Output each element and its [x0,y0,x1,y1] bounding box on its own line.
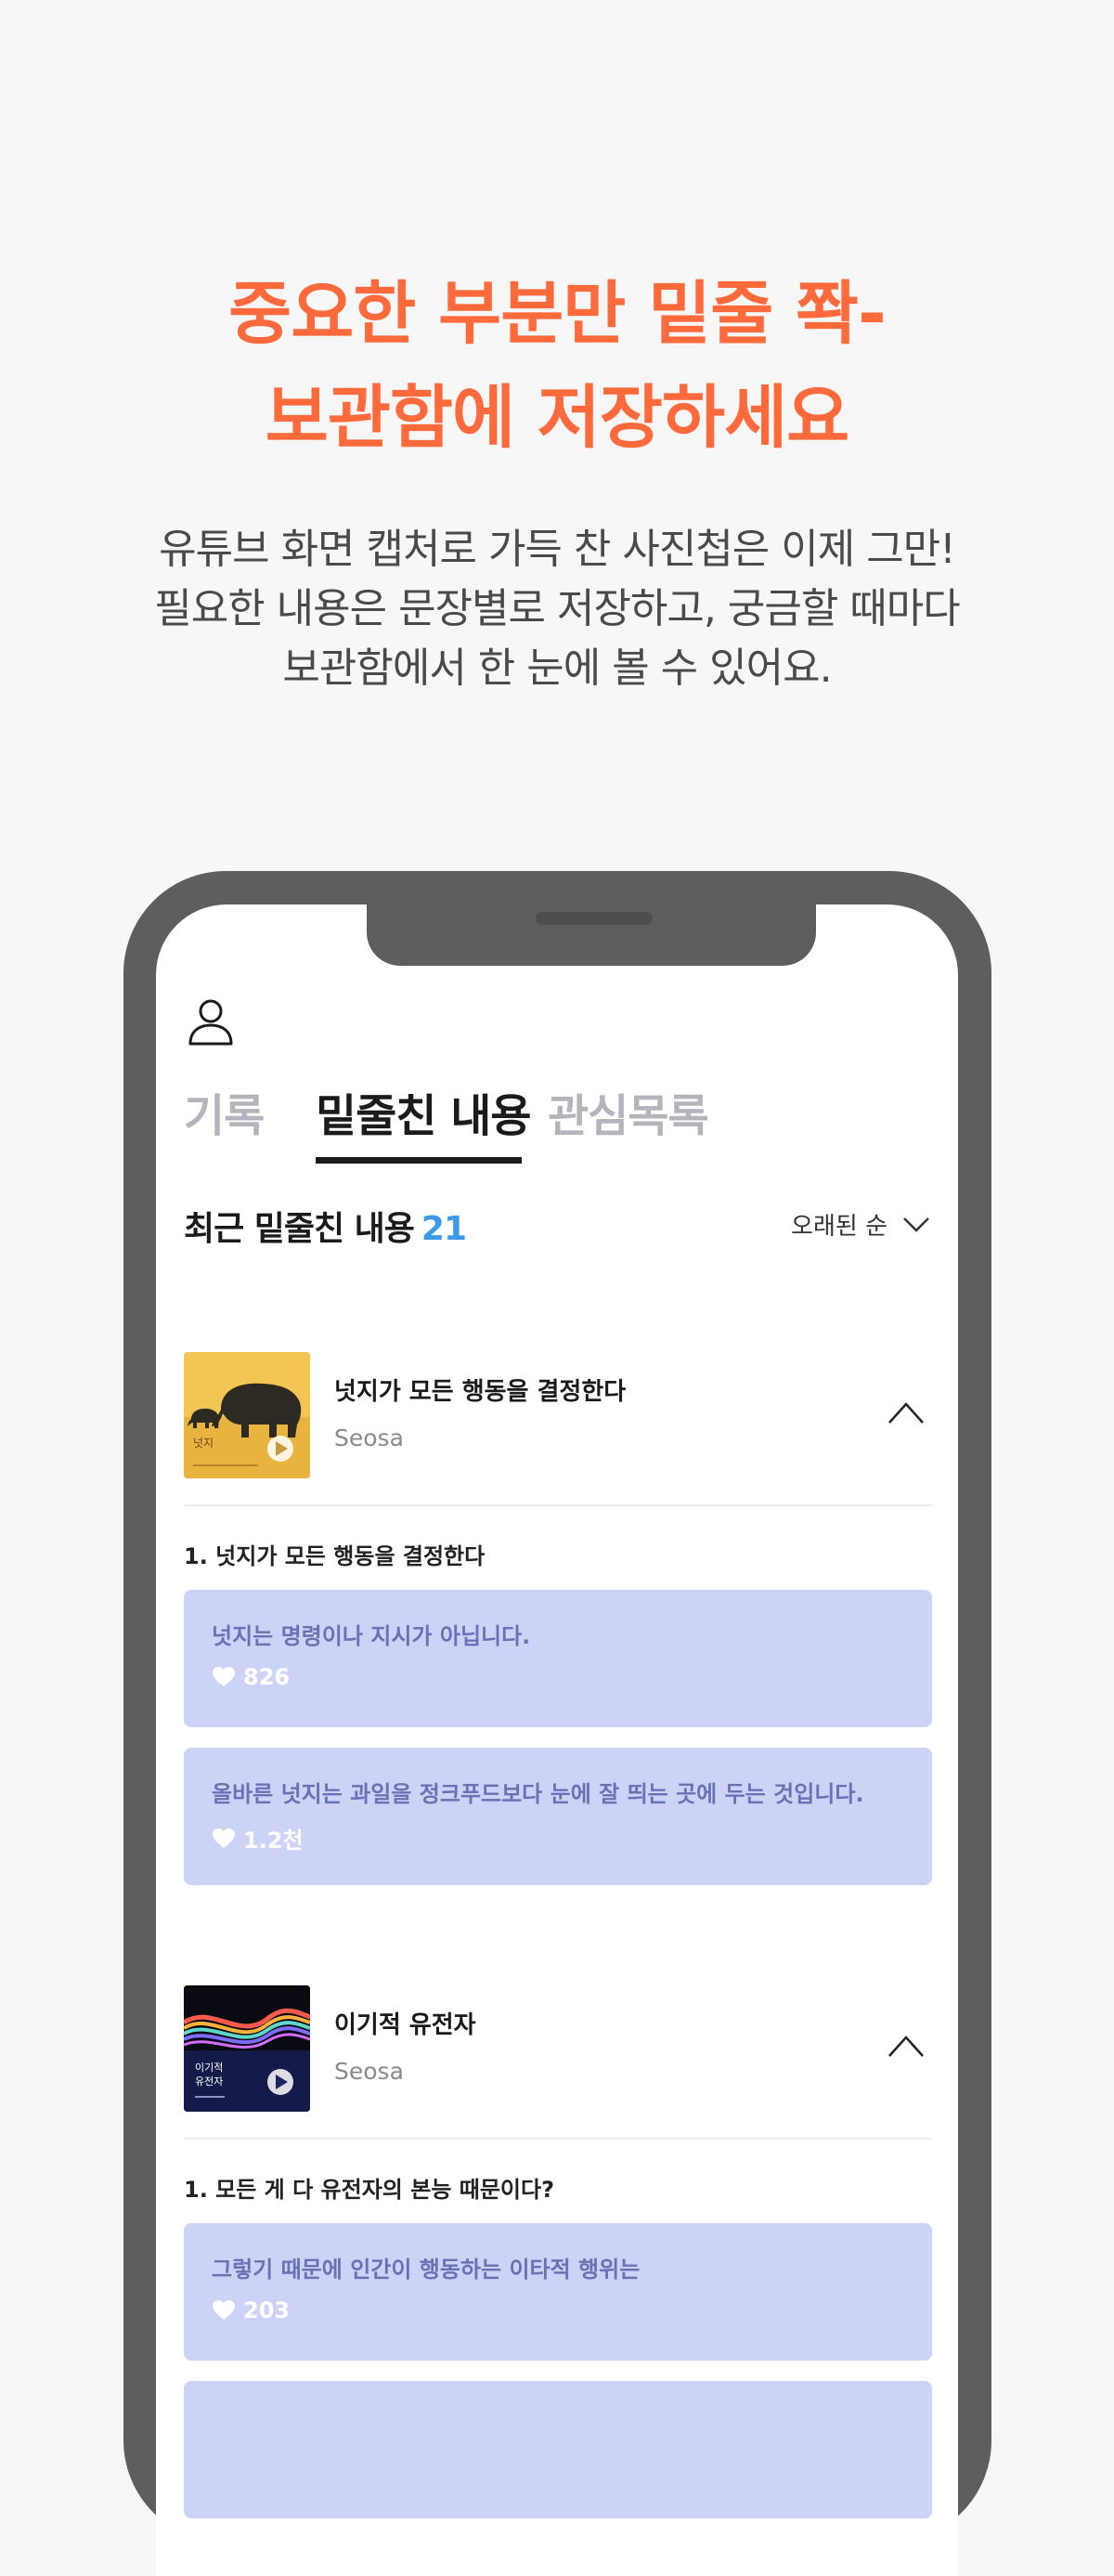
highlight-text: 그렇기 때문에 인간이 행동하는 이타적 행위는 [212,2257,641,2283]
chapter-title: 1. 모든 게 다 유전자의 본능 때문이다? [184,2177,554,2203]
highlight-card[interactable]: 그렇기 때문에 인간이 행동하는 이타적 행위는 203 [184,2223,932,2361]
like-counter[interactable]: 1.2천 [212,1822,304,1854]
hero-desc-line-3: 보관함에서 한 눈에 볼 수 있어요. [282,644,832,692]
tab-underlined[interactable]: 밑줄친 내용 [316,1079,532,1144]
selfish-gene-cover-art: 이기적 유전자 [184,1985,310,2112]
book-title[interactable]: 이기적 유전자 [334,2006,476,2040]
speaker-grille [536,912,653,925]
section-title: 최근 밑줄친 내용 21 [184,1210,467,1248]
hero-title-line-1: 중요한 부분만 밑줄 쫙- [228,274,887,354]
book-title[interactable]: 넛지가 모든 행동을 결정한다 [334,1373,626,1407]
elephant-cover-art: 넛지 [184,1352,310,1478]
heart-icon [213,1828,235,1848]
heart-icon [213,1667,235,1686]
sort-dropdown[interactable]: 오래된 순 [791,1207,930,1242]
like-counter[interactable]: 203 [212,2297,290,2323]
divider [184,1504,932,1506]
highlight-card[interactable]: 넛지는 명령이나 지시가 아닙니다. 826 [184,1590,932,1727]
cover-title-line-2: 유전자 [195,2075,223,2088]
highlight-text: 올바른 넛지는 과일을 정크푸드보다 눈에 잘 띄는 곳에 두는 것입니다. [212,1781,864,1807]
sort-label: 오래된 순 [791,1213,887,1241]
chevron-down-icon [903,1216,929,1232]
like-count: 826 [243,1664,291,1690]
hero-title: 중요한 부분만 밑줄 쫙- 보관함에 저장하세요 [0,262,1114,470]
cover-title-nudge: 넛지 [193,1437,214,1450]
section-title-text: 최근 밑줄친 내용 [184,1210,415,1248]
phone-screen: 기록 밑줄친 내용 관심목록 최근 밑줄친 내용 21 오래된 순 넛지 넛지가… [156,904,958,2576]
phone-frame: 기록 밑줄친 내용 관심목록 최근 밑줄친 내용 21 오래된 순 넛지 넛지가… [123,871,991,2576]
highlight-count: 21 [421,1210,467,1248]
highlight-text: 넛지는 명령이나 지시가 아닙니다. [212,1623,531,1649]
highlight-card[interactable]: 올바른 넛지는 과일을 정크푸드보다 눈에 잘 띄는 곳에 두는 것입니다. 1… [184,1748,932,1885]
like-counter[interactable]: 826 [212,1664,290,1690]
hero-desc-line-2: 필요한 내용은 문장별로 저장하고, 궁금할 때마다 [154,585,961,632]
chevron-up-icon[interactable] [887,2034,925,2058]
tab-wishlist[interactable]: 관심목록 [548,1079,709,1144]
divider [184,2138,932,2140]
book-author: Seosa [334,2058,404,2085]
heart-icon [213,2300,235,2320]
active-tab-indicator [316,1157,522,1164]
phone-notch [367,904,816,966]
person-icon[interactable] [187,997,235,1047]
hero-title-line-2: 보관함에 저장하세요 [265,378,849,458]
chevron-up-icon[interactable] [887,1400,925,1425]
section-header: 최근 밑줄친 내용 21 오래된 순 [184,1202,930,1254]
like-count: 203 [243,2297,291,2323]
cover-title-line-1: 이기적 [195,2062,223,2074]
book-author: Seosa [334,1425,404,1451]
like-count: 1.2천 [243,1828,304,1854]
chapter-title: 1. 넛지가 모든 행동을 결정한다 [184,1543,486,1569]
tab-records[interactable]: 기록 [184,1079,265,1144]
hero-description: 유튜브 화면 캡처로 가득 찬 사진첩은 이제 그만! 필요한 내용은 문장별로… [0,520,1114,698]
book-cover-nudge[interactable]: 넛지 [184,1352,310,1478]
book-cover-selfish-gene[interactable]: 이기적 유전자 [184,1985,310,2112]
highlight-card-partial[interactable] [184,2381,932,2518]
hero-desc-line-1: 유튜브 화면 캡처로 가득 찬 사진첩은 이제 그만! [159,526,956,573]
